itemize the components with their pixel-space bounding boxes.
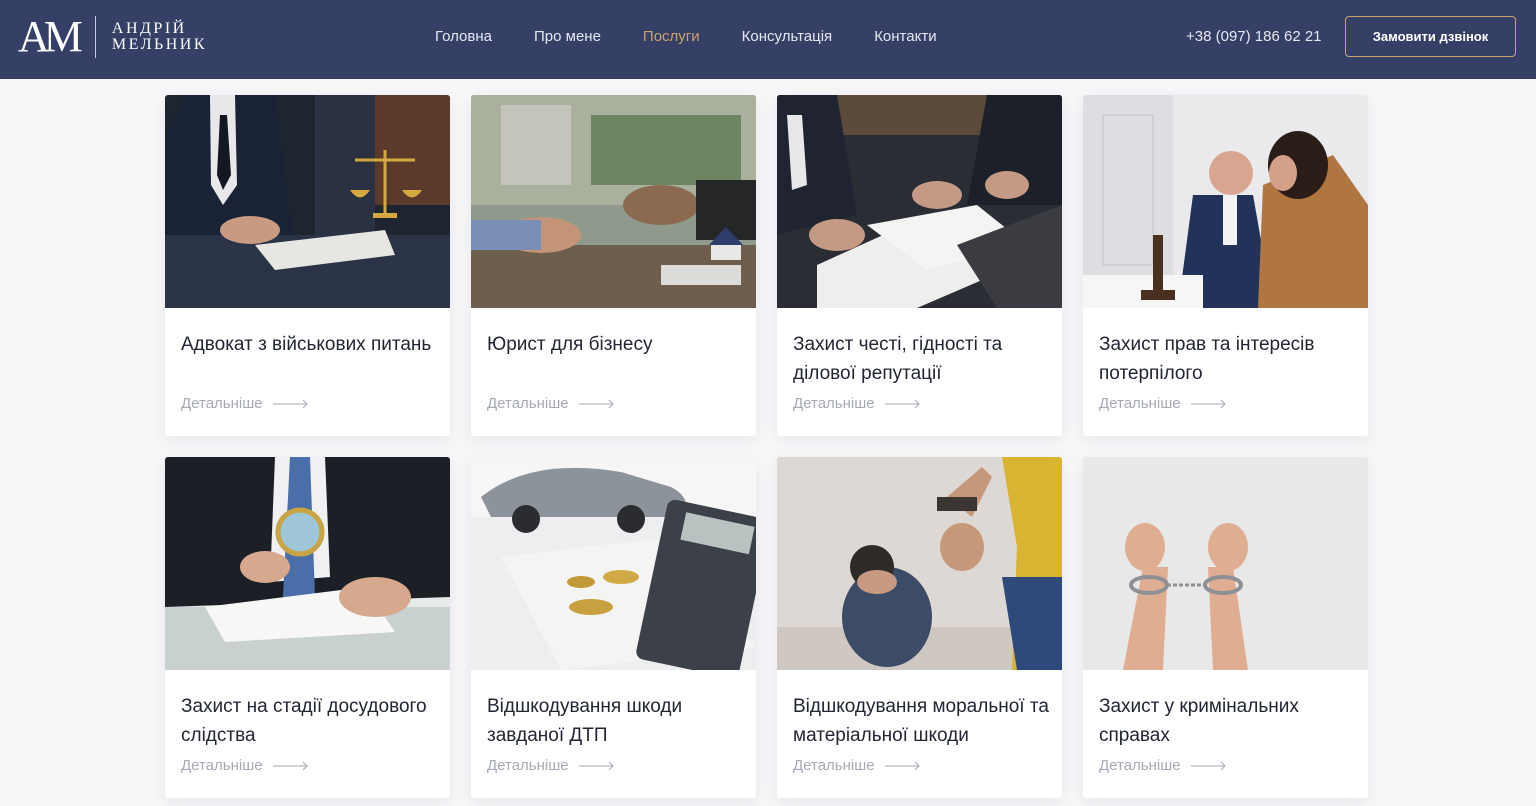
nav-item-home[interactable]: Головна [435, 27, 492, 47]
car-calculator-image [471, 457, 756, 670]
service-title: Юрист для бізнесу [487, 334, 653, 355]
nav-item-services[interactable]: Послуги [643, 27, 700, 47]
main-nav: Головна Про мене Послуги Консультація Ко… [435, 27, 937, 47]
service-image [777, 95, 1062, 308]
details-link[interactable]: Детальніше [1099, 395, 1227, 412]
service-card[interactable]: Відшкодування моральної та матеріальної … [777, 457, 1062, 798]
handcuffs-image [1083, 457, 1368, 670]
details-label: Детальніше [793, 757, 875, 774]
service-title: Відшкодування моральної та матеріальної … [793, 696, 1049, 746]
service-card[interactable]: Відшкодування шкоди завданої ДТП Детальн… [471, 457, 756, 798]
service-card[interactable]: Захист прав та інтересів потерпілого Дет… [1083, 95, 1368, 436]
details-link[interactable]: Детальніше [793, 757, 921, 774]
domestic-violence-image [777, 457, 1062, 670]
arrow-right-icon [272, 399, 308, 408]
logo-text: АНДРІЙ МЕЛЬНИК [112, 21, 207, 53]
details-label: Детальніше [487, 757, 569, 774]
nav-item-about[interactable]: Про мене [534, 27, 601, 47]
details-link[interactable]: Детальніше [487, 395, 615, 412]
phone-link[interactable]: +38 (097) 186 62 21 [1186, 27, 1322, 47]
logo-divider [94, 16, 96, 58]
service-image [471, 95, 756, 308]
service-title: Відшкодування шкоди завданої ДТП [487, 696, 683, 746]
arrow-right-icon [272, 761, 308, 770]
service-image [471, 457, 756, 670]
lawyer-client-image [1083, 95, 1368, 308]
details-link[interactable]: Детальніше [181, 757, 309, 774]
details-link[interactable]: Детальніше [181, 395, 309, 412]
details-link[interactable]: Детальніше [793, 395, 921, 412]
details-label: Детальніше [181, 395, 263, 412]
details-label: Детальніше [1099, 757, 1181, 774]
service-card[interactable]: Юрист для бізнесу Детальніше [471, 95, 756, 436]
logo-name-line1: АНДРІЙ [111, 20, 187, 37]
details-label: Детальніше [793, 395, 875, 412]
details-label: Детальніше [487, 395, 569, 412]
arrow-right-icon [1190, 761, 1226, 770]
arrow-right-icon [884, 761, 920, 770]
service-title: Захист у кримінальних справах [1099, 696, 1299, 746]
lawyer-signing-image [165, 95, 450, 308]
details-link[interactable]: Детальніше [487, 757, 615, 774]
service-image [165, 457, 450, 670]
logo-name-line2: МЕЛЬНИК [111, 36, 208, 53]
nav-item-contacts[interactable]: Контакти [874, 27, 936, 47]
services-grid: Адвокат з військових питань Детальніше Ю… [165, 95, 1368, 798]
details-link[interactable]: Детальніше [1099, 757, 1227, 774]
logo[interactable]: AM АНДРІЙ МЕЛЬНИК [18, 14, 207, 60]
documents-laptop-image [777, 95, 1062, 308]
nav-item-consultation[interactable]: Консультація [742, 27, 833, 47]
logo-mark: AM [18, 12, 83, 61]
arrow-right-icon [578, 399, 614, 408]
service-title: Захист честі, гідності та ділової репута… [793, 334, 1003, 384]
service-card[interactable]: Захист у кримінальних справах Детальніше [1083, 457, 1368, 798]
business-meeting-image [471, 95, 756, 308]
arrow-right-icon [578, 761, 614, 770]
service-image [165, 95, 450, 308]
arrow-right-icon [1190, 399, 1226, 408]
magnifying-glass-image [165, 457, 450, 670]
service-image [1083, 457, 1368, 670]
details-label: Детальніше [181, 757, 263, 774]
service-title: Захист на стадії досудового слідства [181, 696, 427, 746]
service-card[interactable]: Захист на стадії досудового слідства Дет… [165, 457, 450, 798]
order-call-button[interactable]: Замовити дзвінок [1345, 16, 1516, 57]
service-title: Захист прав та інтересів потерпілого [1099, 334, 1315, 384]
site-header: AM АНДРІЙ МЕЛЬНИК Головна Про мене Послу… [0, 0, 1536, 79]
arrow-right-icon [884, 399, 920, 408]
service-image [777, 457, 1062, 670]
service-card[interactable]: Адвокат з військових питань Детальніше [165, 95, 450, 436]
service-card[interactable]: Захист честі, гідності та ділової репута… [777, 95, 1062, 436]
service-image [1083, 95, 1368, 308]
service-title: Адвокат з військових питань [181, 334, 432, 355]
details-label: Детальніше [1099, 395, 1181, 412]
